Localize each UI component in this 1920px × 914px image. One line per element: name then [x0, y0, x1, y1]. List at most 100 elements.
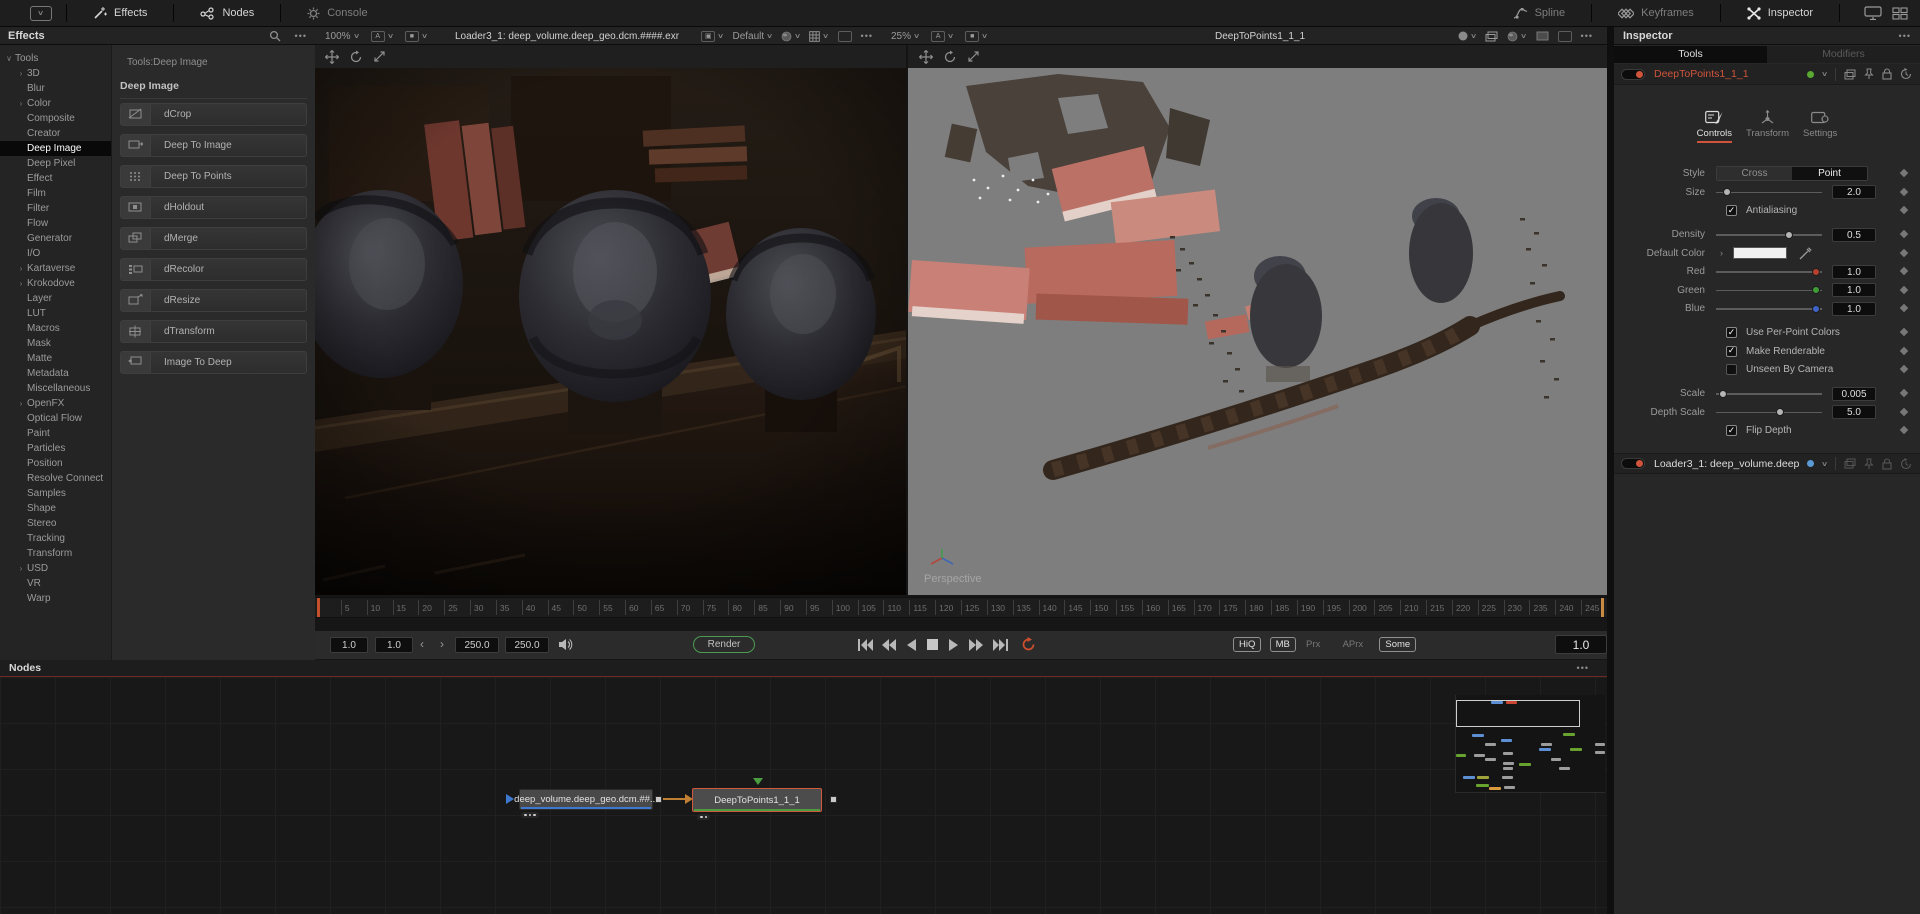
keyframe-diamond-icon[interactable] [1900, 230, 1908, 238]
scale-slider[interactable] [1716, 388, 1822, 399]
green-value[interactable]: 1.0 [1832, 283, 1876, 297]
quality-badge-hiq[interactable]: HiQ [1233, 637, 1261, 652]
play-button[interactable] [949, 639, 958, 651]
tab-effects[interactable]: Effects [81, 0, 159, 26]
blue-slider[interactable] [1716, 303, 1822, 314]
tree-item-creator[interactable]: Creator [0, 126, 111, 141]
range-end-marker[interactable] [1601, 598, 1604, 617]
node-output-port[interactable] [655, 796, 662, 803]
use-per-point-colors-checkbox[interactable] [1726, 327, 1737, 338]
tab-keyframes[interactable]: Keyframes [1606, 0, 1706, 26]
presentation-toggle-icon[interactable] [1864, 6, 1882, 20]
fast-forward-button[interactable] [969, 639, 983, 651]
node-graph-canvas[interactable]: deep_volume.deep_geo.dcm.##... DeepToPoi… [0, 677, 1607, 914]
node-loader[interactable]: deep_volume.deep_geo.dcm.##... [519, 789, 653, 810]
keyframe-diamond-icon[interactable] [1900, 407, 1908, 415]
tile-color-dot[interactable] [1807, 460, 1814, 467]
tab-nodes[interactable]: Nodes [188, 0, 266, 26]
left-viewer-buffer-select[interactable]: ■∨ [405, 31, 427, 42]
node-graph-minimap[interactable] [1455, 695, 1605, 793]
chevron-down-icon[interactable]: ∨ [1821, 70, 1828, 78]
tree-item-shape[interactable]: Shape [0, 501, 111, 516]
timeline-ruler[interactable]: 5101520253035404550556065707580859095100… [315, 597, 1607, 618]
panel-divider[interactable] [1607, 27, 1614, 914]
scale-value[interactable]: 0.005 [1832, 387, 1876, 401]
left-viewer-canvas[interactable] [315, 68, 908, 595]
tree-item-vr[interactable]: VR [0, 576, 111, 591]
right-viewer-buffer-select[interactable]: ■∨ [965, 31, 987, 42]
subtab-settings[interactable]: Settings [1803, 106, 1837, 148]
snapshot-icon[interactable] [838, 31, 852, 42]
tree-item-samples[interactable]: Samples [0, 486, 111, 501]
keyframe-diamond-icon[interactable] [1900, 389, 1908, 397]
tree-item-warp[interactable]: Warp [0, 591, 111, 606]
make-renderable-checkbox[interactable] [1726, 346, 1737, 357]
keyframe-diamond-icon[interactable] [1900, 328, 1908, 336]
right-viewer-canvas[interactable]: Perspective [908, 68, 1607, 595]
tree-item-miscellaneous[interactable]: Miscellaneous [0, 381, 111, 396]
right-viewer-3d-select[interactable]: ∨ [1507, 31, 1526, 42]
tree-item-resolve-connect[interactable]: Resolve Connect [0, 471, 111, 486]
scale-icon[interactable] [967, 50, 980, 63]
tool-item-dresize[interactable]: dResize [120, 289, 307, 312]
red-value[interactable]: 1.0 [1832, 265, 1876, 279]
layers-icon[interactable] [1485, 31, 1498, 42]
tool-item-deep-to-image[interactable]: Deep To Image [120, 134, 307, 157]
step-back-arrow[interactable]: ‹ [420, 637, 424, 653]
left-viewer-lut-select[interactable]: Default∨ [732, 31, 772, 42]
tool-item-deep-to-points[interactable]: Deep To Points [120, 165, 307, 188]
right-viewer-zoom-select[interactable]: 25%∨ [891, 31, 919, 42]
tool-item-drecolor[interactable]: dRecolor [120, 258, 307, 281]
left-viewer-zoom-select[interactable]: 100%∨ [325, 31, 359, 42]
tree-item-macros[interactable]: Macros [0, 321, 111, 336]
keyframe-diamond-icon[interactable] [1900, 365, 1908, 373]
tree-item-openfx[interactable]: ›OpenFX [0, 396, 111, 411]
rotate-icon[interactable] [943, 50, 957, 64]
keyframe-diamond-icon[interactable] [1900, 304, 1908, 312]
style-cross-button[interactable]: Cross [1717, 167, 1792, 180]
tool-item-dcrop[interactable]: dCrop [120, 103, 307, 126]
tree-item-particles[interactable]: Particles [0, 441, 111, 456]
lock-icon[interactable] [1882, 458, 1892, 470]
rotate-icon[interactable] [349, 50, 363, 64]
flip-depth-checkbox[interactable] [1726, 425, 1737, 436]
right-viewer-menu-dots[interactable]: ••• [1581, 31, 1593, 41]
frame-field-1[interactable]: 1.0 [330, 637, 368, 653]
left-viewer-menu-dots[interactable]: ••• [861, 31, 873, 41]
audio-icon[interactable] [559, 638, 573, 651]
expander-arrow-icon[interactable]: › [1720, 248, 1723, 258]
tree-item-blur[interactable]: Blur [0, 81, 111, 96]
default-color-swatch[interactable] [1733, 247, 1787, 259]
keyframe-diamond-icon[interactable] [1900, 169, 1908, 177]
density-slider[interactable] [1716, 229, 1822, 240]
subtab-transform[interactable]: Transform [1746, 106, 1789, 148]
tree-item-deep-image[interactable]: Deep Image [0, 141, 111, 156]
tree-item-tracking[interactable]: Tracking [0, 531, 111, 546]
minimap-viewport[interactable] [1456, 700, 1580, 727]
current-frame-display[interactable]: 1.0 [1555, 635, 1607, 654]
tool-item-image-to-deep[interactable]: Image To Deep [120, 351, 307, 374]
keyframe-diamond-icon[interactable] [1900, 248, 1908, 256]
tree-item-lut[interactable]: LUT [0, 306, 111, 321]
tool-item-dtransform[interactable]: dTransform [120, 320, 307, 343]
chevron-down-icon[interactable]: ∨ [3, 54, 15, 63]
keyframe-diamond-icon[interactable] [1900, 346, 1908, 354]
node-output-port[interactable] [830, 796, 837, 803]
subtab-controls[interactable]: Controls [1697, 106, 1732, 148]
step-forward-arrow[interactable]: › [440, 637, 444, 653]
tab-console[interactable]: Console [295, 0, 379, 26]
tree-item-transform[interactable]: Transform [0, 546, 111, 561]
tree-item-mask[interactable]: Mask [0, 336, 111, 351]
deeptopoints-node-header[interactable]: DeepToPoints1_1_1 ∨ [1614, 64, 1920, 85]
keyframe-diamond-icon[interactable] [1900, 267, 1908, 275]
reset-history-icon[interactable] [1900, 68, 1912, 80]
loop-button[interactable] [1021, 637, 1036, 652]
snapshot-icon[interactable] [1558, 31, 1572, 42]
tree-item-metadata[interactable]: Metadata [0, 366, 111, 381]
chevron-right-icon[interactable]: › [15, 279, 27, 288]
tab-spline[interactable]: Spline [1501, 0, 1578, 26]
tree-item-kartaverse[interactable]: ›Kartaverse [0, 261, 111, 276]
stop-button[interactable] [927, 639, 938, 650]
size-value[interactable]: 2.0 [1832, 185, 1876, 199]
tree-item-effect[interactable]: Effect [0, 171, 111, 186]
